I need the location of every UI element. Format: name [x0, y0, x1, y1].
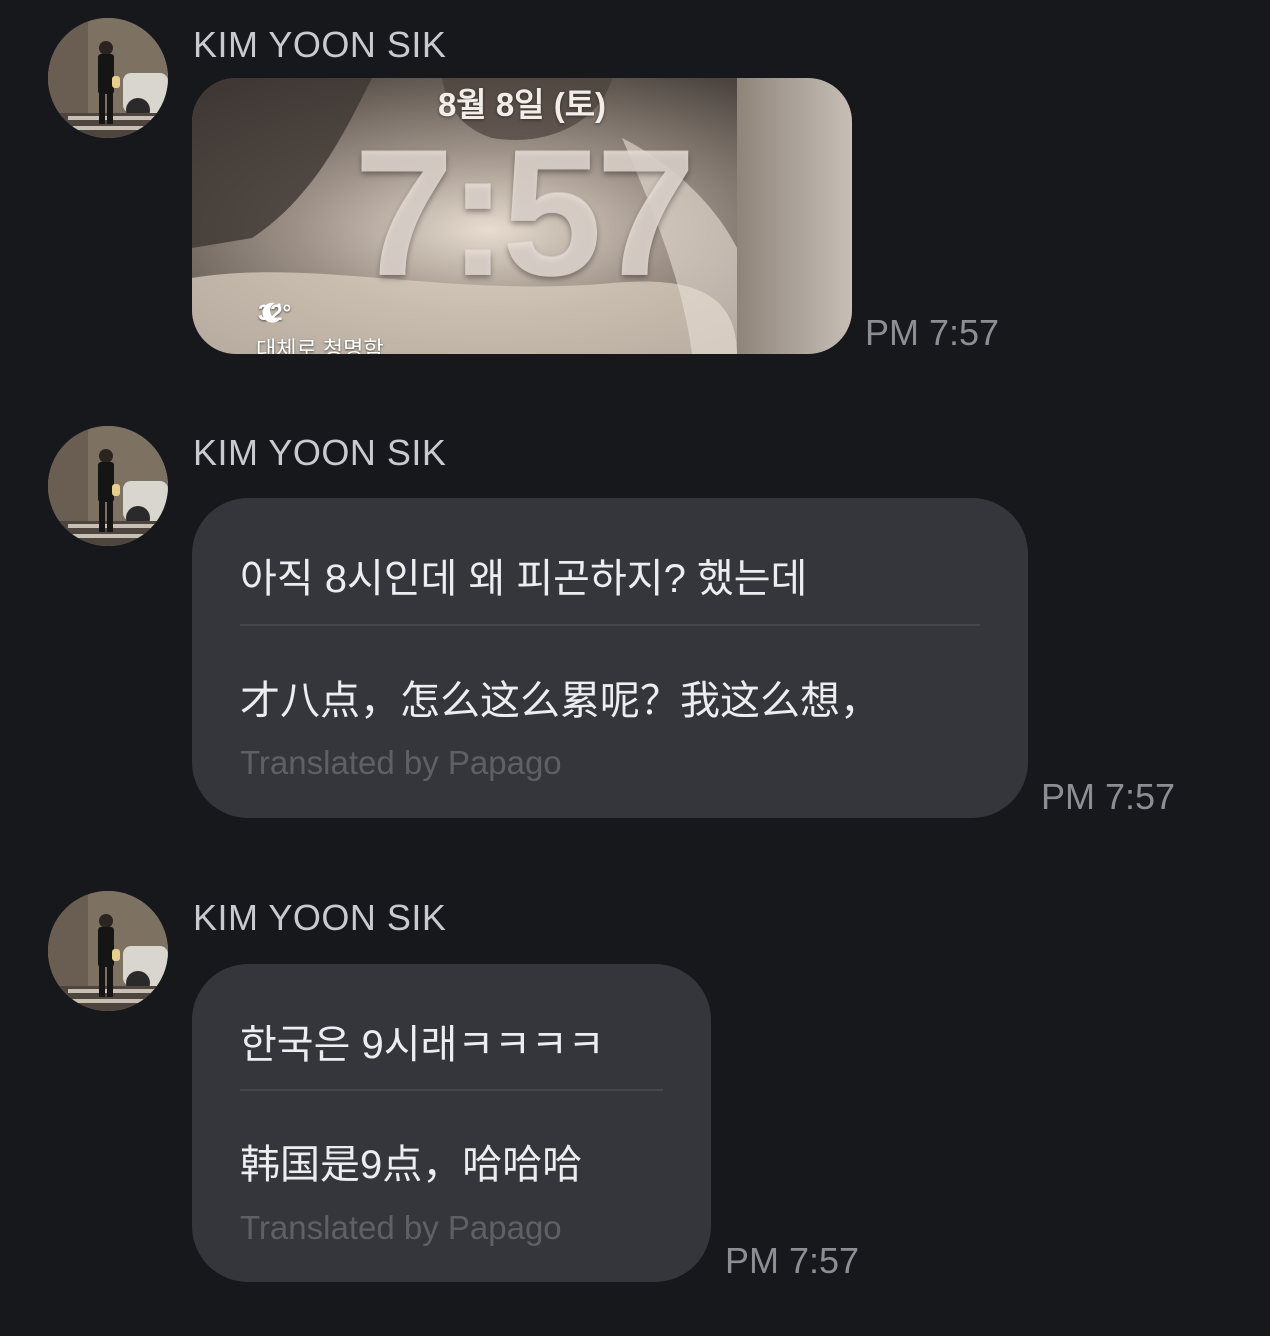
translation-divider	[240, 624, 980, 626]
shared-lockscreen-image[interactable]: 8월 8일 (토) 7:57 32° 대체로 청명함	[192, 78, 852, 354]
sender-avatar[interactable]	[48, 18, 168, 138]
message-time: PM 7:57	[1041, 776, 1176, 817]
translated-text: 韩国是9点，哈哈哈	[240, 1143, 583, 1187]
sender-name: KIM YOON SIK	[193, 432, 447, 473]
moon-icon	[262, 302, 281, 323]
avatar-photo	[48, 426, 168, 546]
sender-avatar[interactable]	[48, 891, 168, 1011]
message-time: PM 7:57	[865, 312, 1000, 353]
original-text: 아직 8시인데 왜 피곤하지? 했는데	[240, 557, 808, 601]
avatar-photo	[48, 891, 168, 1011]
lockscreen-weather-condition: 대체로 청명함	[256, 337, 384, 354]
translation-divider	[240, 1089, 663, 1091]
lockscreen-weather: 32°	[258, 300, 291, 326]
lockscreen-clock: 7:57	[353, 113, 696, 314]
message-time: PM 7:57	[725, 1240, 860, 1281]
translation-credit: Translated by Papago	[240, 1209, 562, 1246]
sender-name: KIM YOON SIK	[193, 24, 447, 65]
sender-name: KIM YOON SIK	[193, 897, 447, 938]
original-text: 한국은 9시래ㅋㅋㅋㅋ	[240, 1023, 605, 1067]
message-bubble[interactable]: 한국은 9시래ㅋㅋㅋㅋ 韩国是9点，哈哈哈 Translated by Papa…	[192, 964, 711, 1282]
avatar-photo	[48, 18, 168, 138]
translation-credit: Translated by Papago	[240, 744, 562, 781]
translated-text: 才八点，怎么这么累呢？我这么想，	[240, 679, 880, 723]
sender-avatar[interactable]	[48, 426, 168, 546]
message-bubble[interactable]: 아직 8시인데 왜 피곤하지? 했는데 才八点，怎么这么累呢？我这么想， Tra…	[192, 498, 1028, 818]
